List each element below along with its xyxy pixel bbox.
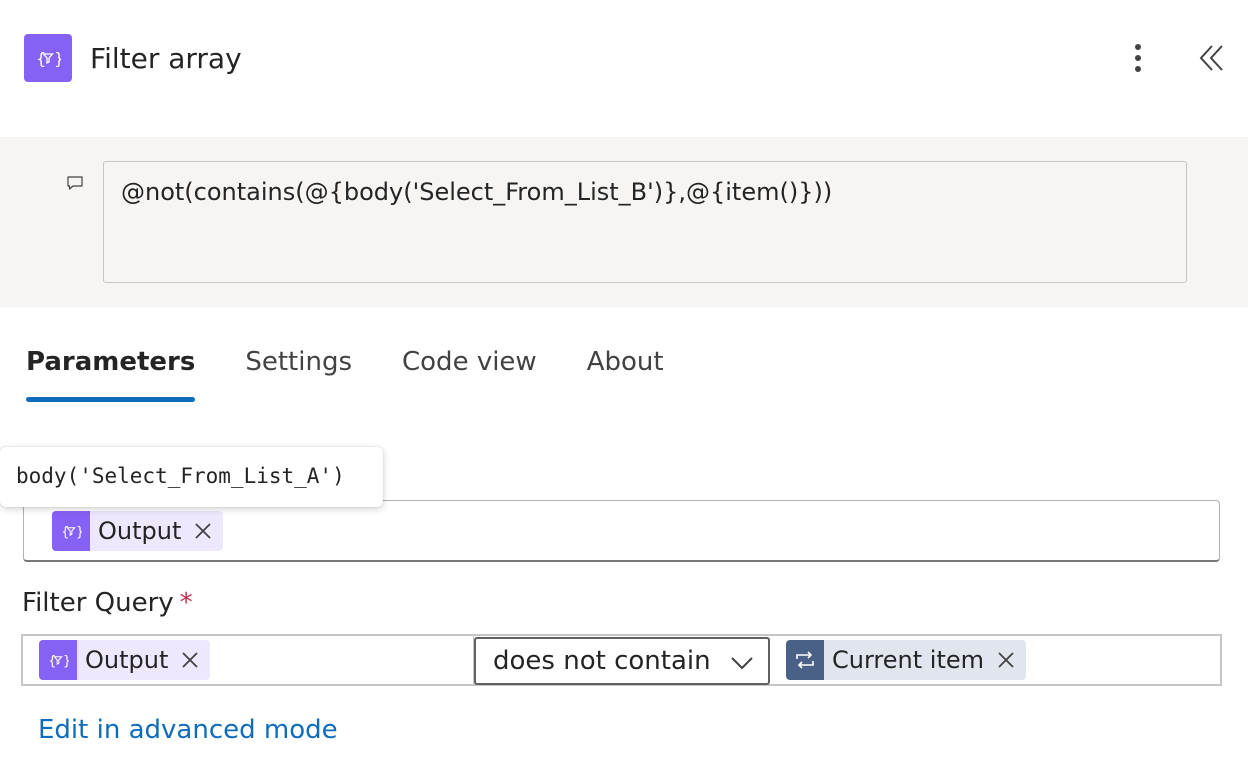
- comment-section: @not(contains(@{body('Select_From_List_B…: [0, 137, 1248, 307]
- tab-parameters[interactable]: Parameters: [26, 340, 196, 404]
- required-indicator: *: [179, 588, 193, 618]
- collapse-panel-button[interactable]: [1192, 38, 1232, 78]
- filter-left-operand[interactable]: { } Output: [23, 636, 474, 684]
- svg-text:{: {: [36, 49, 46, 68]
- output-token[interactable]: { } Output: [52, 511, 224, 551]
- from-input[interactable]: { } Output: [23, 500, 1220, 562]
- filter-query-row: { } Output does not contain: [21, 634, 1222, 686]
- more-vertical-icon: [1135, 44, 1141, 72]
- comment-textbox[interactable]: @not(contains(@{body('Select_From_List_B…: [103, 161, 1187, 283]
- svg-text:}: }: [63, 654, 69, 669]
- svg-text:}: }: [54, 49, 61, 68]
- chevron-down-icon: [731, 657, 753, 670]
- expression-braces-icon: { }: [24, 34, 72, 82]
- filter-right-operand[interactable]: Current item: [770, 636, 1220, 684]
- svg-text:{: {: [61, 525, 69, 540]
- edit-advanced-mode-link[interactable]: Edit in advanced mode: [38, 712, 338, 748]
- filter-query-label-text: Filter Query: [22, 588, 174, 618]
- token-tooltip: body('Select_From_List_A'): [0, 447, 383, 507]
- remove-token-button[interactable]: [189, 517, 217, 545]
- close-icon: [182, 652, 199, 668]
- remove-token-button[interactable]: [176, 646, 204, 674]
- tab-code-view[interactable]: Code view: [402, 340, 537, 404]
- remove-token-button[interactable]: [992, 646, 1020, 674]
- token-label: Output: [98, 517, 182, 545]
- panel-header: { } Filter array: [0, 0, 1248, 130]
- tab-list: Parameters Settings Code view About: [26, 340, 714, 404]
- action-title[interactable]: Filter array: [90, 40, 242, 78]
- token-label: Output: [85, 646, 169, 674]
- tab-about[interactable]: About: [587, 340, 664, 404]
- svg-text:{: {: [48, 654, 56, 669]
- token-label: Current item: [832, 646, 984, 674]
- filter-query-label: Filter Query *: [22, 585, 193, 621]
- close-icon: [998, 652, 1014, 668]
- comment-icon: [67, 176, 83, 190]
- operator-dropdown[interactable]: does not contain: [474, 637, 770, 685]
- tab-settings[interactable]: Settings: [245, 340, 352, 404]
- operator-value: does not contain: [493, 646, 711, 676]
- output-token[interactable]: { } Output: [39, 640, 211, 680]
- double-chevron-left-icon: [1199, 45, 1223, 71]
- current-item-token[interactable]: Current item: [786, 640, 1026, 680]
- close-icon: [195, 523, 212, 539]
- loop-icon: [786, 640, 824, 680]
- expression-braces-icon: { }: [52, 511, 90, 551]
- expression-braces-icon: { }: [39, 640, 77, 680]
- more-options-button[interactable]: [1120, 38, 1156, 78]
- svg-text:}: }: [76, 525, 82, 540]
